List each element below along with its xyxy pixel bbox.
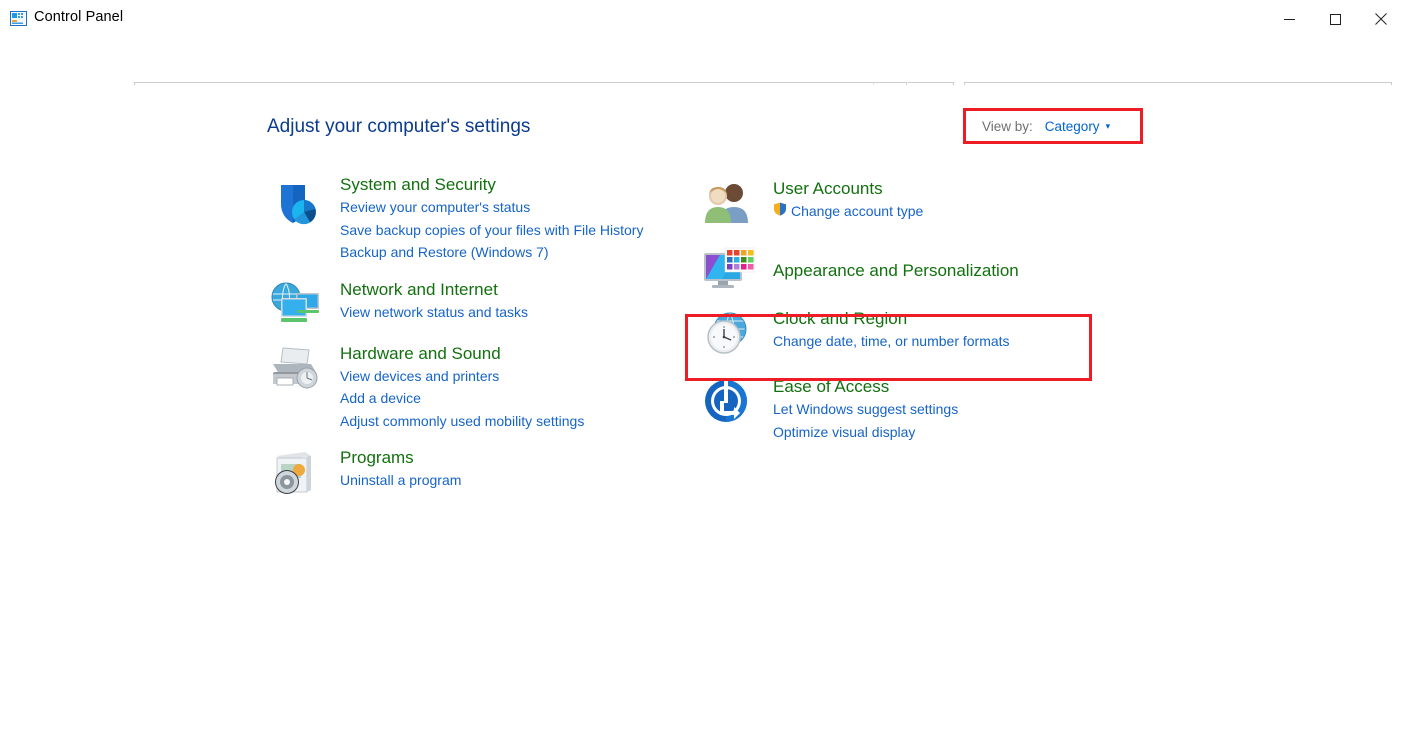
view-by-label: View by: <box>982 119 1033 134</box>
category-body: Network and Internet View network status… <box>323 278 687 328</box>
category-link[interactable]: View devices and printers <box>340 365 687 388</box>
category-hardware-and-sound[interactable]: Hardware and Sound View devices and prin… <box>267 342 687 433</box>
category-ease-of-access[interactable]: Ease of Access Let Windows suggest setti… <box>700 375 1130 443</box>
view-by-control[interactable]: View by: Category ▾ <box>963 108 1143 144</box>
window-controls <box>1266 0 1404 38</box>
page-title: Adjust your computer's settings <box>267 116 530 138</box>
category-appearance-and-personalization[interactable]: Appearance and Personalization <box>700 243 1130 293</box>
category-link[interactable]: Change date, time, or number formats <box>773 330 1130 353</box>
category-body: System and Security Review your computer… <box>323 173 687 264</box>
category-link[interactable]: Add a device <box>340 387 687 410</box>
chevron-down-icon[interactable]: ▾ <box>1106 121 1111 132</box>
category-body: Hardware and Sound View devices and prin… <box>323 342 687 433</box>
appearance-monitor-icon[interactable] <box>700 243 756 293</box>
window-title: Control Panel <box>34 9 123 25</box>
category-link[interactable]: Change account type <box>791 200 923 223</box>
category-link[interactable]: Review your computer's status <box>340 196 687 219</box>
view-by-value[interactable]: Category <box>1045 119 1100 134</box>
category-title[interactable]: Programs <box>340 446 414 469</box>
printer-hardware-icon[interactable] <box>267 342 323 433</box>
category-body: User Accounts Change account type <box>756 177 1130 229</box>
category-link[interactable]: Let Windows suggest settings <box>773 398 1130 421</box>
navigation-bar: > Control Panel > <box>0 38 1404 85</box>
control-panel-icon <box>10 11 27 26</box>
minimize-button[interactable] <box>1266 0 1312 38</box>
category-user-accounts[interactable]: User Accounts Change account type <box>700 177 1130 229</box>
title-bar: Control Panel <box>0 0 1404 38</box>
category-link[interactable]: View network status and tasks <box>340 301 687 324</box>
programs-disc-icon[interactable] <box>267 446 323 500</box>
uac-shield-icon <box>773 200 787 223</box>
category-body: Clock and Region Change date, time, or n… <box>756 307 1130 359</box>
clock-region-icon[interactable] <box>700 307 756 359</box>
category-system-and-security[interactable]: System and Security Review your computer… <box>267 173 687 264</box>
content-area: Adjust your computer's settings View by:… <box>0 85 1404 739</box>
user-accounts-icon[interactable] <box>700 177 756 229</box>
category-network-and-internet[interactable]: Network and Internet View network status… <box>267 278 687 328</box>
category-body: Ease of Access Let Windows suggest setti… <box>756 375 1130 443</box>
close-button[interactable] <box>1358 0 1404 38</box>
category-column-right: User Accounts Change account type <box>700 173 1130 457</box>
category-link[interactable]: Backup and Restore (Windows 7) <box>340 241 687 264</box>
category-link-row[interactable]: Change account type <box>773 200 1130 223</box>
category-link[interactable]: Adjust commonly used mobility settings <box>340 410 687 433</box>
maximize-button[interactable] <box>1312 0 1358 38</box>
category-title[interactable]: Hardware and Sound <box>340 342 501 365</box>
category-title[interactable]: Appearance and Personalization <box>773 259 1019 282</box>
shield-security-icon[interactable] <box>267 173 323 264</box>
category-link[interactable]: Optimize visual display <box>773 421 1130 444</box>
network-globe-icon[interactable] <box>267 278 323 328</box>
category-title[interactable]: System and Security <box>340 173 496 196</box>
category-title[interactable]: Network and Internet <box>340 278 498 301</box>
category-programs[interactable]: Programs Uninstall a program <box>267 446 687 500</box>
category-title[interactable]: Clock and Region <box>773 307 907 330</box>
category-title[interactable]: User Accounts <box>773 177 883 200</box>
category-column-left: System and Security Review your computer… <box>267 173 687 514</box>
category-title[interactable]: Ease of Access <box>773 375 889 398</box>
ease-of-access-icon[interactable] <box>700 375 756 443</box>
category-body: Programs Uninstall a program <box>323 446 687 500</box>
category-link[interactable]: Save backup copies of your files with Fi… <box>340 219 687 242</box>
category-clock-and-region[interactable]: Clock and Region Change date, time, or n… <box>700 307 1130 359</box>
category-link[interactable]: Uninstall a program <box>340 469 687 492</box>
category-body: Appearance and Personalization <box>756 243 1130 293</box>
